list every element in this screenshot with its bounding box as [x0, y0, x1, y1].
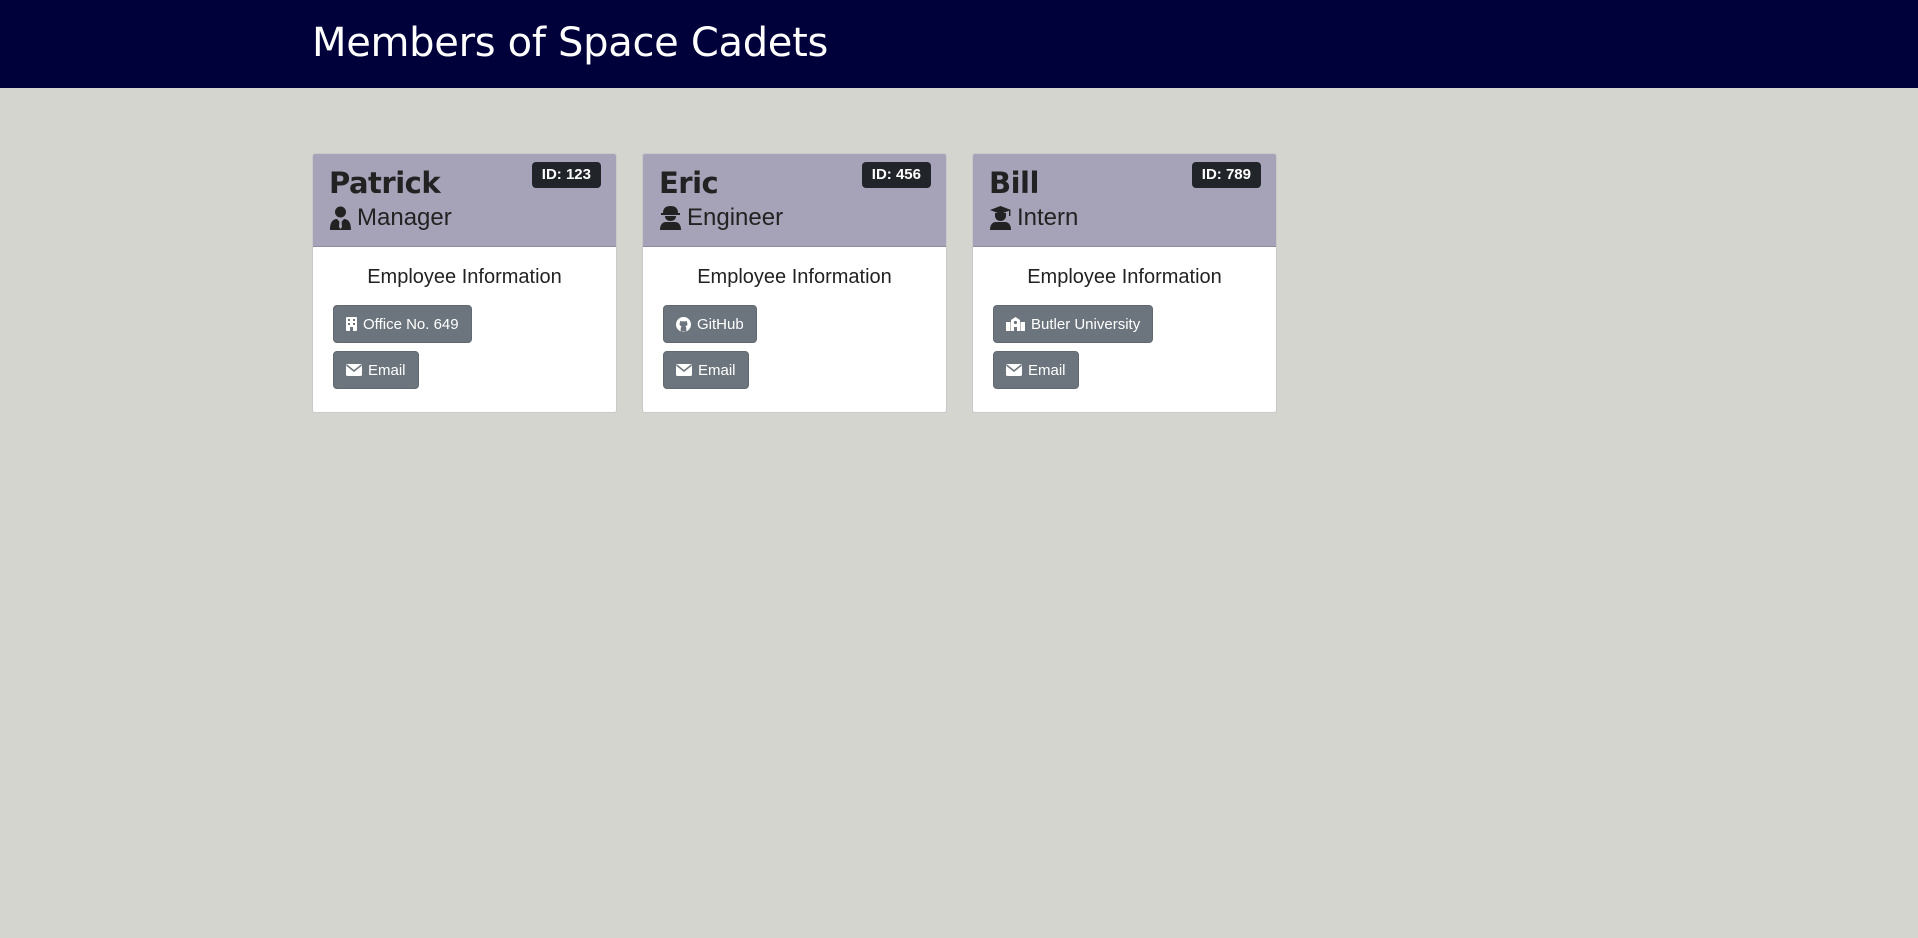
- employee-role: Intern: [989, 203, 1078, 233]
- card-header: Bill ID: 789 Intern: [973, 154, 1276, 247]
- school-icon: [1006, 317, 1025, 331]
- employee-role: Manager: [329, 203, 452, 233]
- employee-name: Patrick: [329, 166, 441, 200]
- envelope-icon: [346, 364, 362, 376]
- office-number-label: Office No. 649: [363, 315, 459, 333]
- employee-role: Engineer: [659, 203, 783, 233]
- email-label: Email: [368, 361, 406, 379]
- role-label: Engineer: [687, 204, 784, 231]
- card-body: Employee Information GitHub Email: [643, 247, 946, 412]
- info-title: Employee Information: [367, 266, 562, 288]
- user-tie-icon: [329, 205, 351, 231]
- employee-id-badge: ID: 789: [1191, 162, 1261, 188]
- role-label: Manager: [357, 204, 452, 231]
- graduate-icon: [989, 205, 1011, 231]
- school-label: Butler University: [1031, 315, 1141, 333]
- info-title: Employee Information: [697, 266, 892, 288]
- card-body: Employee Information Butler University E…: [973, 247, 1276, 412]
- page-title: Members of Space Cadets: [312, 20, 829, 66]
- employee-name: Eric: [659, 166, 719, 200]
- email-label: Email: [698, 361, 736, 379]
- card-header: Patrick ID: 123 Manager: [313, 154, 616, 247]
- team-cards: Patrick ID: 123 Manager Employee Informa…: [312, 153, 1277, 413]
- github-icon: [676, 316, 691, 332]
- envelope-icon: [1006, 364, 1022, 376]
- employee-card-intern: Bill ID: 789 Intern Employee Information: [972, 153, 1277, 413]
- card-header: Eric ID: 456 Engineer: [643, 154, 946, 247]
- office-number-button[interactable]: Office No. 649: [333, 305, 472, 343]
- email-label: Email: [1028, 361, 1066, 379]
- employee-id-badge: ID: 123: [531, 162, 601, 188]
- hard-hat-icon: [659, 205, 681, 231]
- school-button[interactable]: Butler University: [993, 305, 1154, 343]
- employee-id-badge: ID: 456: [861, 162, 931, 188]
- building-icon: [346, 317, 357, 331]
- employee-card-engineer: Eric ID: 456 Engineer Employee Informati…: [642, 153, 947, 413]
- email-button[interactable]: Email: [333, 351, 419, 389]
- github-label: GitHub: [697, 315, 744, 333]
- email-button[interactable]: Email: [663, 351, 749, 389]
- email-button[interactable]: Email: [993, 351, 1079, 389]
- envelope-icon: [676, 364, 692, 376]
- info-title: Employee Information: [1027, 266, 1222, 288]
- card-body: Employee Information Office No. 649 Emai…: [313, 247, 616, 412]
- role-label: Intern: [1017, 204, 1079, 231]
- github-button[interactable]: GitHub: [663, 305, 757, 343]
- employee-card-manager: Patrick ID: 123 Manager Employee Informa…: [312, 153, 617, 413]
- page-header: Members of Space Cadets: [0, 0, 1918, 88]
- employee-name: Bill: [989, 166, 1039, 200]
